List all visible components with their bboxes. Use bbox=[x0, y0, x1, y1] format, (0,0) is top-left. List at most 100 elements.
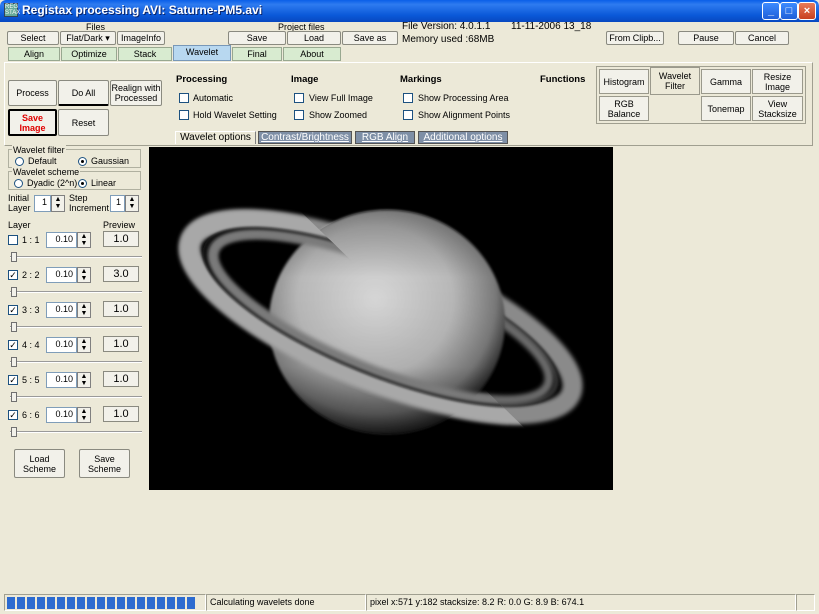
progress-segment bbox=[77, 596, 85, 609]
layer-checkbox[interactable] bbox=[8, 235, 18, 245]
pause-button[interactable]: Pause bbox=[678, 31, 734, 45]
progress-bar bbox=[4, 594, 206, 611]
layer-checkbox[interactable]: ✓ bbox=[8, 375, 18, 385]
layer-preview-button[interactable]: 3.0 bbox=[103, 266, 139, 282]
view-stacksize-button[interactable]: View Stacksize bbox=[752, 96, 803, 121]
step-increment-input[interactable]: 1 bbox=[110, 195, 125, 212]
resize-grip[interactable] bbox=[796, 594, 815, 611]
subtab-contrast-brightness[interactable]: Contrast/Brightness bbox=[258, 131, 352, 144]
progress-segment bbox=[87, 596, 95, 609]
save-as-project-button[interactable]: Save as bbox=[342, 31, 398, 45]
layer-denoise-input[interactable]: 0.10 bbox=[46, 267, 77, 283]
filter-default-label: Default bbox=[28, 156, 57, 166]
step-increment-spinner[interactable]: ▲ ▼ bbox=[125, 195, 139, 212]
tab-align[interactable]: Align bbox=[8, 47, 60, 61]
tonemap-button[interactable]: Tonemap bbox=[701, 96, 751, 121]
imageinfo-button[interactable]: ImageInfo bbox=[117, 31, 165, 45]
markings-heading: Markings bbox=[400, 74, 442, 85]
tab-final[interactable]: Final bbox=[232, 47, 282, 61]
progress-segment bbox=[147, 596, 155, 609]
save-image-button[interactable]: Save Image bbox=[8, 109, 57, 136]
layer-checkbox[interactable]: ✓ bbox=[8, 270, 18, 280]
layer-slider-track[interactable] bbox=[10, 326, 142, 328]
layer-slider-track[interactable] bbox=[10, 396, 142, 398]
view-full-image-checkbox[interactable] bbox=[294, 93, 304, 103]
layer-checkbox[interactable]: ✓ bbox=[8, 305, 18, 315]
load-project-button[interactable]: Load bbox=[287, 31, 341, 45]
layer-slider-thumb[interactable] bbox=[11, 322, 17, 332]
filter-default-radio[interactable] bbox=[15, 157, 24, 166]
layer-slider-track[interactable] bbox=[10, 291, 142, 293]
wavelet-filter-button[interactable]: Wavelet Filter bbox=[650, 67, 700, 95]
filter-gaussian-radio[interactable] bbox=[78, 157, 87, 166]
hold-wavelet-checkbox[interactable] bbox=[179, 110, 189, 120]
layer-label: 1 : 1 bbox=[22, 235, 40, 245]
layer-preview-button[interactable]: 1.0 bbox=[103, 301, 139, 317]
layer-label: 6 : 6 bbox=[22, 410, 40, 420]
layer-preview-button[interactable]: 1.0 bbox=[103, 336, 139, 352]
pixel-info: pixel x:571 y:182 stacksize: 8.2 R: 0.0 … bbox=[366, 594, 796, 611]
realign-button[interactable]: Realign with Processed bbox=[110, 80, 162, 106]
progress-segment bbox=[67, 596, 75, 609]
flat-dark-dropdown[interactable]: Flat/Dark ▾ bbox=[60, 31, 116, 45]
layer-preview-button[interactable]: 1.0 bbox=[103, 231, 139, 247]
from-clipboard-button[interactable]: From Clipb... bbox=[606, 31, 664, 45]
layer-slider-thumb[interactable] bbox=[11, 287, 17, 297]
tab-stack[interactable]: Stack bbox=[118, 47, 172, 61]
layer-denoise-input[interactable]: 0.10 bbox=[46, 337, 77, 353]
maximize-button[interactable]: □ bbox=[780, 2, 798, 20]
resize-image-button[interactable]: Resize Image bbox=[752, 69, 803, 94]
layer-slider-track[interactable] bbox=[10, 361, 142, 363]
stacked-image-view[interactable] bbox=[149, 147, 613, 490]
show-zoomed-checkbox[interactable] bbox=[294, 110, 304, 120]
histogram-button[interactable]: Histogram bbox=[599, 69, 649, 94]
layer-slider-track[interactable] bbox=[10, 431, 142, 433]
progress-segment bbox=[47, 596, 55, 609]
layer-slider-thumb[interactable] bbox=[11, 392, 17, 402]
layer-denoise-spinner[interactable]: ▲ ▼ bbox=[77, 407, 91, 423]
layer-denoise-input[interactable]: 0.10 bbox=[46, 302, 77, 318]
layer-denoise-input[interactable]: 0.10 bbox=[46, 372, 77, 388]
initial-label-line2: Layer bbox=[8, 203, 31, 213]
layer-slider-thumb[interactable] bbox=[11, 357, 17, 367]
layer-preview-button[interactable]: 1.0 bbox=[103, 406, 139, 422]
layer-denoise-input[interactable]: 0.10 bbox=[46, 407, 77, 423]
reset-button[interactable]: Reset bbox=[58, 109, 109, 136]
gamma-button[interactable]: Gamma bbox=[701, 69, 751, 94]
close-button[interactable]: × bbox=[798, 2, 816, 20]
layer-denoise-spinner[interactable]: ▲ ▼ bbox=[77, 372, 91, 388]
tab-optimize[interactable]: Optimize bbox=[61, 47, 117, 61]
save-scheme-button[interactable]: Save Scheme bbox=[79, 449, 130, 478]
tab-about[interactable]: About bbox=[283, 47, 341, 61]
tab-wavelet[interactable]: Wavelet bbox=[173, 45, 231, 61]
rgb-balance-button[interactable]: RGB Balance bbox=[599, 96, 649, 121]
layer-slider-thumb[interactable] bbox=[11, 252, 17, 262]
automatic-checkbox[interactable] bbox=[179, 93, 189, 103]
layer-preview-button[interactable]: 1.0 bbox=[103, 371, 139, 387]
scheme-dyadic-radio[interactable] bbox=[14, 179, 23, 188]
do-all-button[interactable]: Do All bbox=[58, 80, 109, 106]
layer-denoise-spinner[interactable]: ▲ ▼ bbox=[77, 232, 91, 248]
scheme-linear-radio[interactable] bbox=[78, 179, 87, 188]
subtab-wavelet-options[interactable]: Wavelet options bbox=[175, 131, 256, 144]
load-scheme-button[interactable]: Load Scheme bbox=[14, 449, 65, 478]
subtab-additional-options[interactable]: Additional options bbox=[418, 131, 508, 144]
minimize-button[interactable]: _ bbox=[762, 2, 780, 20]
show-alignment-points-checkbox[interactable] bbox=[403, 110, 413, 120]
cancel-button[interactable]: Cancel bbox=[735, 31, 789, 45]
layer-denoise-spinner[interactable]: ▲ ▼ bbox=[77, 267, 91, 283]
select-button[interactable]: Select bbox=[7, 31, 59, 45]
layer-slider-track[interactable] bbox=[10, 256, 142, 258]
process-button[interactable]: Process bbox=[8, 80, 57, 106]
initial-layer-input[interactable]: 1 bbox=[34, 195, 51, 212]
layer-checkbox[interactable]: ✓ bbox=[8, 410, 18, 420]
layer-slider-thumb[interactable] bbox=[11, 427, 17, 437]
layer-denoise-input[interactable]: 0.10 bbox=[46, 232, 77, 248]
layer-denoise-spinner[interactable]: ▲ ▼ bbox=[77, 302, 91, 318]
initial-layer-spinner[interactable]: ▲ ▼ bbox=[51, 195, 65, 212]
subtab-rgb-align[interactable]: RGB Align bbox=[355, 131, 415, 144]
show-processing-area-checkbox[interactable] bbox=[403, 93, 413, 103]
save-project-button[interactable]: Save bbox=[228, 31, 286, 45]
layer-denoise-spinner[interactable]: ▲ ▼ bbox=[77, 337, 91, 353]
layer-checkbox[interactable]: ✓ bbox=[8, 340, 18, 350]
